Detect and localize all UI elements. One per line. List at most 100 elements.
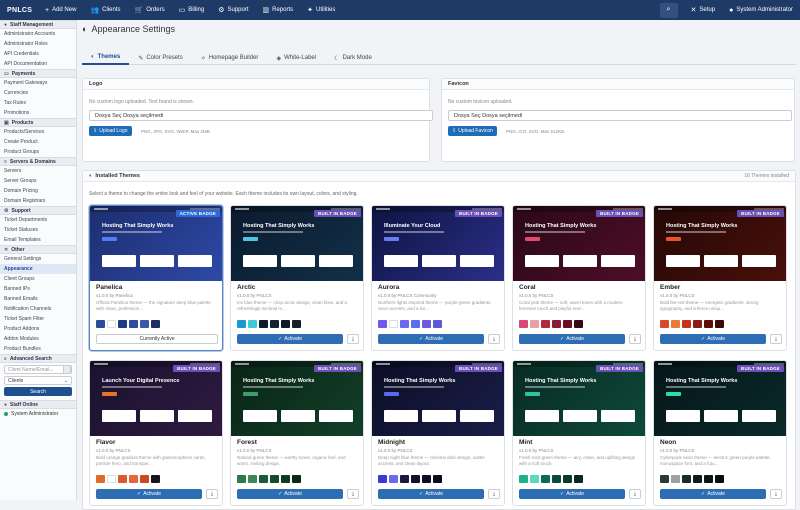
theme-name: Flavor: [96, 439, 116, 446]
sidebar-item-servers[interactable]: Servers: [0, 166, 76, 176]
theme-preview[interactable]: Hosting That Simply Works BUILT IN BADGE: [231, 206, 363, 281]
sidebar-item-ticket-spam-filter[interactable]: Ticket Spam Filter: [0, 314, 76, 324]
sidebar-item-ticket-departments[interactable]: Ticket Departments: [0, 215, 76, 225]
download-button[interactable]: ⤓: [488, 334, 500, 344]
sidebar-item-product-bundles[interactable]: Product Bundles: [0, 344, 76, 354]
section-title: Servers & Domains: [9, 158, 56, 165]
sidebar-item-products-services[interactable]: Products/Services: [0, 127, 76, 137]
theme-card[interactable]: Hosting That Simply Works BUILT IN BADGE N…: [653, 360, 787, 506]
sidebar-item-tax-rules[interactable]: Tax Rules: [0, 98, 76, 108]
sidebar-item-appearance[interactable]: Appearance: [0, 264, 76, 274]
reports-icon: ▥: [262, 6, 270, 14]
search-type-select[interactable]: Clients ⌄: [4, 376, 72, 385]
brand-logo[interactable]: PNLCS: [0, 7, 38, 14]
activate-button[interactable]: ✓ Activate: [660, 489, 766, 499]
theme-card[interactable]: Launch Your Digital Presence BUILT IN BAD…: [89, 360, 223, 506]
download-button[interactable]: ⤓: [629, 489, 641, 499]
sidebar-item-create-product[interactable]: Create Product: [0, 137, 76, 147]
tab-themes[interactable]: ◐ Themes: [82, 51, 130, 65]
download-icon: ⤓: [633, 491, 637, 497]
download-button[interactable]: ⤓: [347, 334, 359, 344]
topnav-reports[interactable]: ▥ Reports: [256, 0, 301, 20]
theme-preview[interactable]: Hosting That Simply Works BUILT IN BADGE: [372, 361, 504, 436]
sidebar-section-support: ⚙ Support: [0, 206, 76, 215]
activate-button[interactable]: ✓ Activate: [378, 334, 484, 344]
theme-card[interactable]: Hosting That Simply Works BUILT IN BADGE E…: [653, 205, 787, 351]
sidebar-item-api-documentation[interactable]: API Documentation: [0, 59, 76, 69]
theme-card[interactable]: Illuminate Your Cloud BUILT IN BADGE Auror…: [371, 205, 505, 351]
search-submit-button[interactable]: Search: [4, 387, 72, 396]
sidebar-item-server-groups[interactable]: Server Groups: [0, 176, 76, 186]
theme-preview[interactable]: Launch Your Digital Presence BUILT IN BAD…: [90, 361, 222, 436]
sidebar-item-product-addons[interactable]: Product Addons: [0, 324, 76, 334]
theme-preview[interactable]: Hosting That Simply Works BUILT IN BADGE: [513, 361, 645, 436]
theme-preview[interactable]: Hosting That Simply Works BUILT IN BADGE: [654, 206, 786, 281]
theme-card[interactable]: Hosting That Simply Works BUILT IN BADGE A…: [230, 205, 364, 351]
activate-button[interactable]: ✓ Activate: [519, 489, 625, 499]
color-swatch: [433, 320, 442, 328]
download-button[interactable]: ⤓: [770, 489, 782, 499]
activate-button[interactable]: ✓ Activate: [378, 489, 484, 499]
sidebar-item-administrator-accounts[interactable]: Administrator Accounts: [0, 29, 76, 39]
sidebar-item-banned-emails[interactable]: Banned Emails: [0, 294, 76, 304]
sidebar-item-general-settings[interactable]: General Settings: [0, 254, 76, 264]
download-button[interactable]: ⤓: [629, 334, 641, 344]
tab-dark-mode[interactable]: ☾ Dark Mode: [325, 51, 381, 65]
topnav-orders[interactable]: 🛒 Orders: [128, 0, 172, 20]
topnav-billing[interactable]: ▭ Billing: [172, 0, 212, 20]
activate-button[interactable]: ✓ Activate: [237, 334, 343, 344]
topnav-add-new[interactable]: + Add New: [38, 0, 83, 20]
sidebar-item-promotions[interactable]: Promotions: [0, 108, 76, 118]
sidebar-item-currencies[interactable]: Currencies: [0, 88, 76, 98]
activate-button[interactable]: ✓ Activate: [237, 489, 343, 499]
sidebar-item-email-templates[interactable]: Email Templates: [0, 235, 76, 245]
sidebar-item-product-groups[interactable]: Product Groups: [0, 147, 76, 157]
theme-card[interactable]: Hosting That Simply Works BUILT IN BADGE M…: [371, 360, 505, 506]
theme-preview[interactable]: Hosting That Simply Works BUILT IN BADGE: [513, 206, 645, 281]
sidebar-item-addon-modules[interactable]: Addon Modules: [0, 334, 76, 344]
sidebar-item-domain-pricing[interactable]: Domain Pricing: [0, 186, 76, 196]
activate-button[interactable]: ✓ Activate: [519, 334, 625, 344]
download-button[interactable]: ⤓: [488, 489, 500, 499]
sidebar-item-banned-ips[interactable]: Banned IPs: [0, 284, 76, 294]
client-search-input[interactable]: Client Name/Email...: [4, 365, 72, 374]
sidebar-item-notification-channels[interactable]: Notification Channels: [0, 304, 76, 314]
theme-card[interactable]: Hosting That Simply Works BUILT IN BADGE C…: [512, 205, 646, 351]
theme-card[interactable]: Hosting That Simply Works BUILT IN BADGE M…: [512, 360, 646, 506]
download-button[interactable]: ⤓: [770, 334, 782, 344]
activate-button[interactable]: ✓ Activate: [96, 489, 202, 499]
tab-white-label[interactable]: ◈ White-Label: [267, 51, 325, 65]
sidebar-item-payment-gateways[interactable]: Payment Gateways: [0, 78, 76, 88]
theme-preview[interactable]: Illuminate Your Cloud BUILT IN BADGE: [372, 206, 504, 281]
download-button[interactable]: ⤓: [347, 489, 359, 499]
setup-link[interactable]: ✕ Setup: [684, 0, 723, 20]
logo-file-input[interactable]: Dosya Seç Dosya seçilmedi: [89, 110, 433, 121]
user-menu[interactable]: ● System Administrator: [722, 0, 800, 20]
sidebar-item-domain-registrars[interactable]: Domain Registrars: [0, 196, 76, 206]
color-swatch: [574, 320, 583, 328]
topnav-utilities[interactable]: ✦ Utilities: [300, 0, 342, 20]
theme-preview[interactable]: Hosting That Simply Works BUILT IN BADGE: [231, 361, 363, 436]
theme-card[interactable]: Hosting That Simply Works ACTIVE BADGE Pan…: [89, 205, 223, 351]
upload-logo-button[interactable]: ⇪ Upload Logo: [89, 126, 132, 136]
download-button[interactable]: ⤓: [206, 489, 218, 499]
color-swatch: [140, 475, 149, 483]
tab-color-presets[interactable]: ✎ Color Presets: [129, 51, 191, 65]
preview-tile: [666, 255, 700, 267]
favicon-file-input[interactable]: Dosya Seç Dosya seçilmedi: [448, 110, 792, 121]
sidebar-item-api-credentials[interactable]: API Credentials: [0, 49, 76, 59]
theme-name: Panelica: [96, 284, 123, 291]
sidebar-item-client-groups[interactable]: Client Groups: [0, 274, 76, 284]
sidebar-item-administrator-roles[interactable]: Administrator Roles: [0, 39, 76, 49]
sidebar-item-ticket-statuses[interactable]: Ticket Statuses: [0, 225, 76, 235]
theme-preview[interactable]: Hosting That Simply Works BUILT IN BADGE: [654, 361, 786, 436]
theme-preview[interactable]: Hosting That Simply Works ACTIVE BADGE: [90, 206, 222, 281]
topnav-support[interactable]: ⚙ Support: [211, 0, 255, 20]
tab-homepage-builder[interactable]: ✧ Homepage Builder: [192, 51, 268, 65]
upload-favicon-button[interactable]: ⇪ Upload Favicon: [448, 126, 497, 136]
theme-version: v1.0.0 by PNLCS: [519, 293, 554, 298]
search-button[interactable]: ⌕: [659, 2, 678, 18]
theme-card[interactable]: Hosting That Simply Works BUILT IN BADGE F…: [230, 360, 364, 506]
topnav-clients[interactable]: 👥 Clients: [83, 0, 127, 20]
activate-button[interactable]: ✓ Activate: [660, 334, 766, 344]
